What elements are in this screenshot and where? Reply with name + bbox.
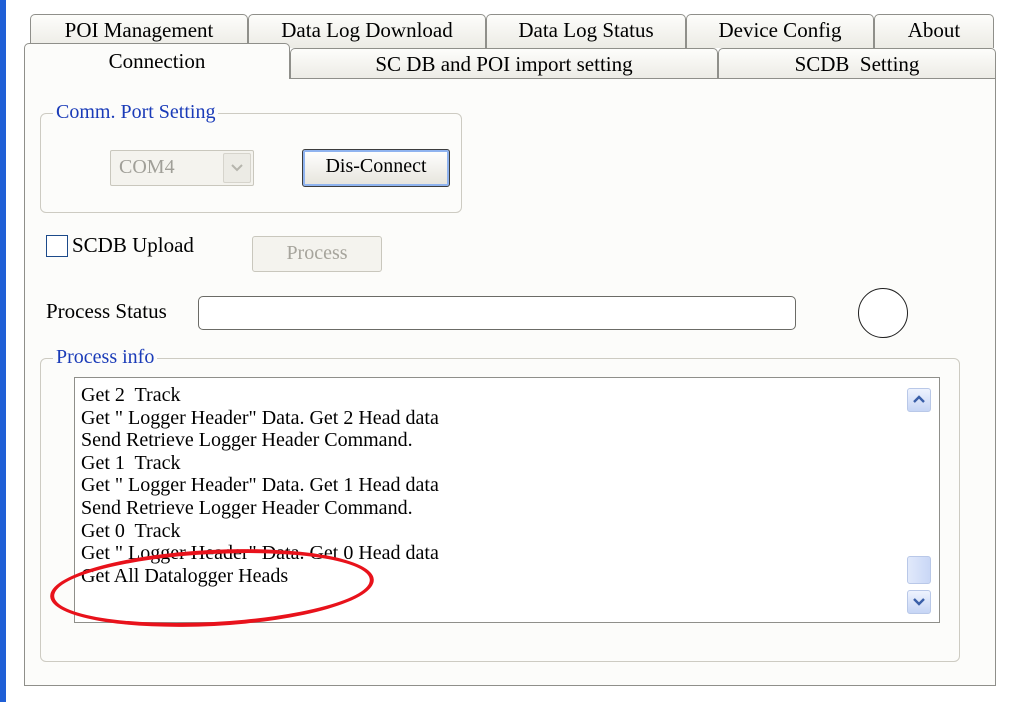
scroll-down-icon[interactable]	[907, 590, 931, 614]
list-item: Get " Logger Header" Data. Get 0 Head da…	[81, 542, 439, 565]
status-circle-icon	[858, 288, 908, 338]
comm-port-legend: Comm. Port Setting	[53, 101, 219, 123]
tab-label: POI Management	[64, 18, 214, 42]
tab-label: Connection	[108, 49, 206, 73]
chevron-down-icon[interactable]	[223, 153, 251, 183]
scroll-thumb[interactable]	[907, 556, 931, 584]
com-port-select[interactable]: COM4	[110, 150, 254, 186]
list-item: Get 2 Track	[81, 384, 181, 406]
disconnect-button[interactable]: Dis-Connect	[302, 149, 450, 187]
process-status-label: Process Status	[46, 299, 167, 323]
process-info-legend: Process info	[53, 346, 158, 368]
list-item: Get " Logger Header" Data. Get 1 Head da…	[81, 474, 439, 497]
tab-label: Device Config	[718, 18, 842, 42]
process-status-field	[198, 296, 796, 330]
list-item: Get All Datalogger Heads	[81, 564, 289, 587]
tab-label: Data Log Status	[518, 18, 654, 42]
tab-label: About	[907, 18, 961, 42]
tab-label: SCDB Setting	[794, 52, 920, 76]
tab-scdb-poi-import-setting[interactable]: SC DB and POI import setting	[290, 48, 718, 79]
scdb-upload-checkbox[interactable]	[46, 235, 68, 257]
list-item: Send Retrieve Logger Header Command.	[81, 429, 413, 452]
list-item: Get 0 Track	[81, 519, 181, 542]
tab-connection[interactable]: Connection	[24, 43, 290, 79]
list-item: Get " Logger Header" Data. Get 2 Head da…	[81, 406, 439, 429]
com-port-value: COM4	[119, 156, 175, 178]
tab-label: Data Log Download	[281, 18, 453, 42]
scroll-up-icon[interactable]	[907, 388, 931, 412]
tab-device-config[interactable]: Device Config	[686, 14, 874, 48]
tab-scdb-setting[interactable]: SCDB Setting	[718, 48, 996, 79]
list-item: Send Retrieve Logger Header Command.	[81, 496, 413, 519]
window-edge	[0, 0, 6, 702]
vertical-scrollbar[interactable]	[903, 380, 937, 620]
process-button[interactable]: Process	[252, 236, 382, 272]
list-item: Get 1 Track	[81, 451, 181, 474]
tab-about[interactable]: About	[874, 14, 994, 48]
process-info-list[interactable]: Get 2 Track Get " Logger Header" Data. G…	[74, 377, 940, 623]
scdb-upload-label: SCDB Upload	[72, 233, 194, 257]
tab-data-log-status[interactable]: Data Log Status	[486, 14, 686, 48]
tab-label: SC DB and POI import setting	[375, 52, 633, 76]
process-info-lines: Get 2 Track Get " Logger Header" Data. G…	[81, 384, 893, 587]
